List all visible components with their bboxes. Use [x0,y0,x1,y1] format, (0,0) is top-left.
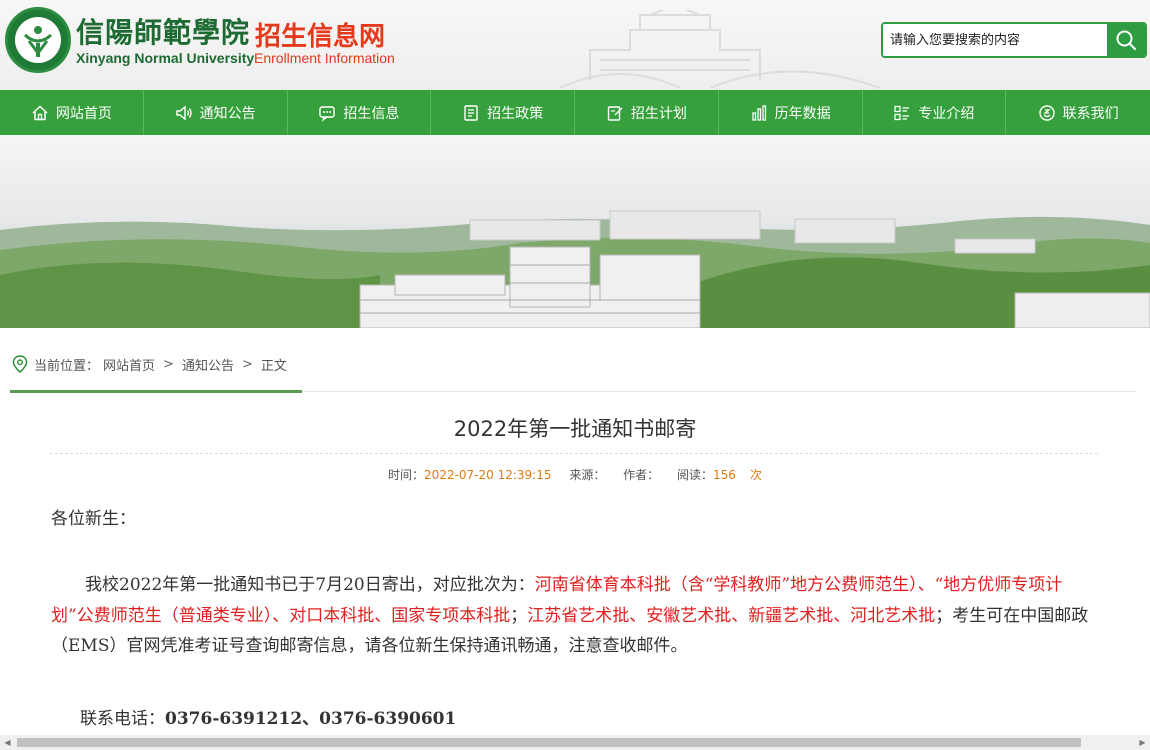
scrollbar-thumb[interactable] [17,738,1081,747]
meta-author-label: 作者： [623,468,660,482]
nav-label: 招生计划 [630,105,687,122]
horizontal-scrollbar[interactable]: ◀ ▶ [0,735,1150,750]
nav-item-policy[interactable]: 招生政策 [431,90,575,135]
nav-item-notices[interactable]: 通知公告 [144,90,288,135]
breadcrumb-separator: > [241,356,253,372]
location-pin-icon [12,355,28,373]
nav-item-plan[interactable]: 招生计划 [575,90,719,135]
contact-label: 联系电话： [80,709,165,729]
university-name-en[interactable]: Xinyang Normal University [76,50,254,66]
article-greeting: 各位新生： [51,509,136,529]
breadcrumb-separator: > [163,356,174,372]
contact-line: 联系电话：0376-6391212、0376-6390601 [80,704,456,729]
breadcrumb-prefix: 当前位置： [34,358,100,374]
document-icon [464,104,478,121]
meta-time-label: 时间： [388,468,425,482]
search-button[interactable] [1107,24,1145,56]
breadcrumb: 当前位置： 网站首页 > 通知公告 > 正文 [12,352,287,376]
contact-phone: 0376-6391212、0376-6390601 [165,709,457,729]
main-nav: 网站首页 通知公告 招生信息 招生政策 招生计划 历年数据 专业介绍 联系我们 [0,90,1150,135]
nav-item-historical-data[interactable]: 历年数据 [719,90,863,135]
contact-icon [1038,104,1055,121]
title-divider [50,453,1098,454]
nav-label: 通知公告 [199,105,256,122]
nav-item-majors[interactable]: 专业介绍 [863,90,1007,135]
meta-views-label: 阅读： [677,468,714,482]
speaker-icon [175,105,192,120]
article-meta: 时间：2022-07-20 12:39:15 来源： 作者： 阅读：156 次 [0,466,1150,483]
bar-chart-icon [751,104,766,121]
logo-emblem-icon [23,26,53,57]
university-logo[interactable] [5,7,71,73]
nav-item-contact[interactable]: 联系我们 [1006,90,1150,135]
meta-views-value: 156 [713,468,736,482]
nav-label: 招生信息 [343,105,400,122]
site-header: 信陽師範學院 Xinyang Normal University 招生信息网 E… [0,0,1150,90]
campus-banner-image [0,210,1150,328]
site-title-en[interactable]: Enrollment Information [254,50,395,66]
university-name-cn[interactable]: 信陽師範學院 [76,11,250,51]
breadcrumb-current: 正文 [260,358,287,374]
search-input[interactable] [883,24,1109,56]
meta-time-value: 2022-07-20 12:39:15 [424,468,552,482]
search-box [881,22,1147,58]
scroll-right-arrow-icon[interactable]: ▶ [1135,735,1150,750]
breadcrumb-notices[interactable]: 通知公告 [182,355,234,374]
breadcrumb-divider-accent [10,390,302,393]
chat-icon [319,105,336,122]
edit-icon [607,105,623,121]
scroll-left-arrow-icon[interactable]: ◀ [0,735,15,750]
magnifier-icon [1116,30,1137,51]
nav-item-home[interactable]: 网站首页 [0,90,144,135]
paragraph-highlight-art-batches: 江苏省艺术批、安徽艺术批、新疆艺术批、河北艺术批 [527,605,936,626]
home-icon [32,104,48,120]
meta-views-unit: 次 [749,468,762,482]
nav-item-admission-info[interactable]: 招生信息 [288,90,432,135]
meta-source-label: 来源： [569,468,606,482]
nav-label: 联系我们 [1062,105,1119,122]
site-title-cn[interactable]: 招生信息网 [255,16,385,53]
article-title: 2022年第一批通知书邮寄 [453,417,697,441]
list-icon [894,105,910,120]
nav-label: 招生政策 [487,105,544,122]
nav-label: 网站首页 [55,105,112,122]
paragraph-intro: 我校2022年第一批通知书已于7月20日寄出，对应批次为： [85,575,535,595]
breadcrumb-home[interactable]: 网站首页 [103,355,155,374]
nav-label: 专业介绍 [918,105,975,122]
article-paragraph: 我校2022年第一批通知书已于7月20日寄出，对应批次为：河南省体育本科批（含“… [51,570,1101,662]
campus-banner [0,135,1150,328]
nav-label: 历年数据 [774,105,831,122]
campus-line-art [560,10,880,89]
paragraph-separator: ； [510,605,528,626]
